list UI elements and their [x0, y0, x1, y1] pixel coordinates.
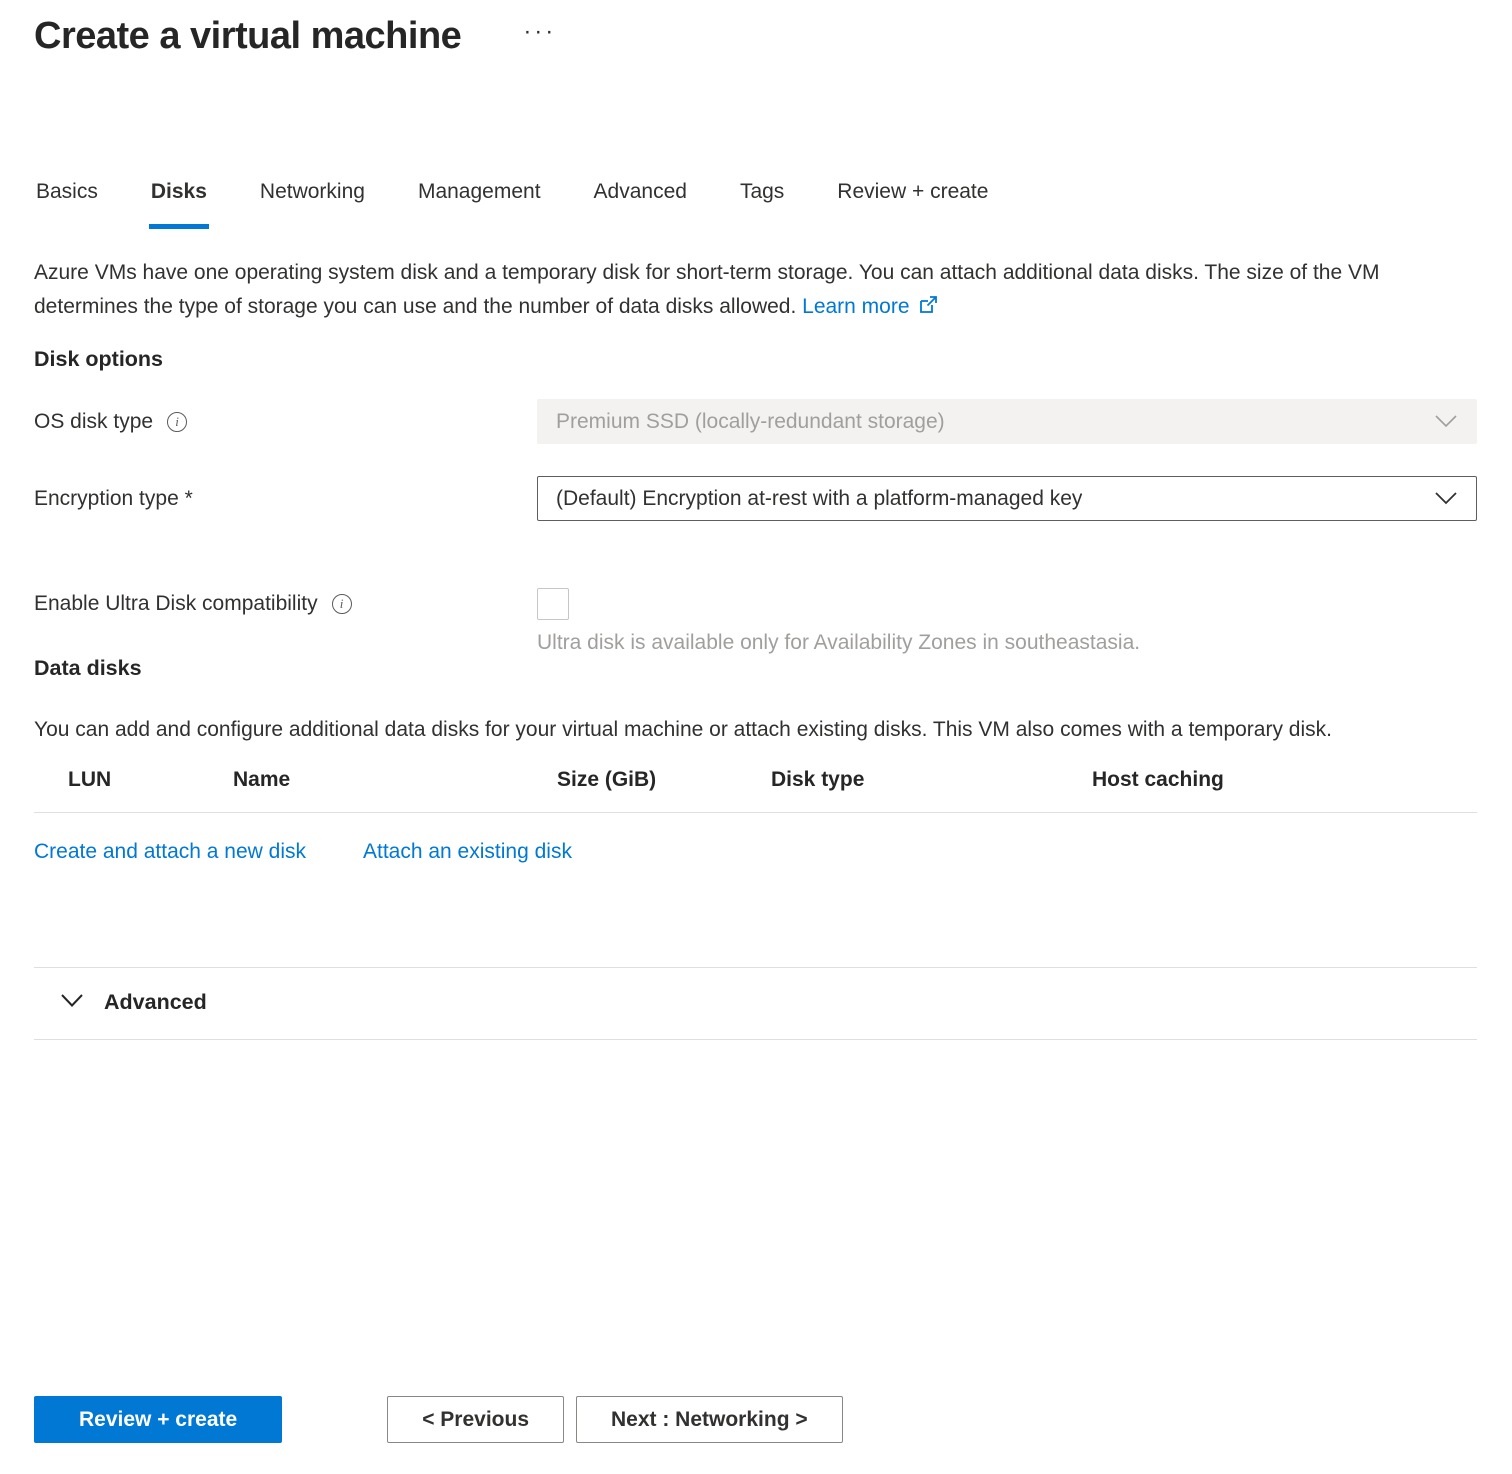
create-and-attach-new-disk-link[interactable]: Create and attach a new disk [34, 840, 306, 864]
encryption-type-row: Encryption type * (Default) Encryption a… [34, 476, 1477, 521]
tab-basics[interactable]: Basics [34, 180, 100, 229]
os-disk-type-row: OS disk type i Premium SSD (locally-redu… [34, 399, 1477, 444]
encryption-type-label-group: Encryption type * [34, 487, 537, 511]
tab-disks[interactable]: Disks [149, 180, 209, 229]
ultra-disk-control: Ultra disk is available only for Availab… [537, 588, 1477, 656]
os-disk-type-select: Premium SSD (locally-redundant storage) [537, 399, 1477, 444]
column-header-size: Size (GiB) [557, 768, 771, 792]
column-header-name: Name [233, 768, 557, 792]
tab-networking[interactable]: Networking [258, 180, 367, 229]
learn-more-label: Learn more [802, 295, 909, 318]
os-disk-type-value: Premium SSD (locally-redundant storage) [556, 410, 945, 434]
ultra-disk-label-group: Enable Ultra Disk compatibility i [34, 588, 537, 616]
tab-tags[interactable]: Tags [738, 180, 786, 229]
next-networking-button[interactable]: Next : Networking > [576, 1396, 843, 1443]
ultra-disk-row: Enable Ultra Disk compatibility i Ultra … [34, 588, 1477, 656]
more-options-button[interactable]: ··· [517, 18, 562, 46]
encryption-type-label: Encryption type * [34, 487, 193, 511]
disks-intro-text: Azure VMs have one operating system disk… [34, 256, 1477, 326]
page-title: Create a virtual machine [34, 12, 461, 60]
page-header: Create a virtual machine ··· [34, 12, 1477, 60]
data-disks-table-header: LUN Name Size (GiB) Disk type Host cachi… [34, 768, 1477, 813]
encryption-type-select[interactable]: (Default) Encryption at-rest with a plat… [537, 476, 1477, 521]
tab-management[interactable]: Management [416, 180, 543, 229]
chevron-down-icon [60, 993, 84, 1013]
wizard-tabs: Basics Disks Networking Management Advan… [34, 180, 1477, 229]
ultra-disk-label: Enable Ultra Disk compatibility [34, 592, 318, 616]
column-header-disk-type: Disk type [771, 768, 1092, 792]
ultra-disk-checkbox [537, 588, 569, 620]
review-create-button[interactable]: Review + create [34, 1396, 282, 1443]
chevron-down-icon [1434, 487, 1458, 511]
column-header-lun: LUN [34, 768, 233, 792]
wizard-footer: Review + create < Previous Next : Networ… [34, 1396, 843, 1443]
attach-existing-disk-link[interactable]: Attach an existing disk [363, 840, 572, 864]
advanced-expander-label: Advanced [104, 990, 207, 1015]
encryption-type-value: (Default) Encryption at-rest with a plat… [556, 487, 1082, 511]
data-disks-description: You can add and configure additional dat… [34, 713, 1477, 747]
os-disk-type-label-group: OS disk type i [34, 410, 537, 434]
data-disks-heading: Data disks [34, 656, 1477, 681]
data-disks-actions: Create and attach a new disk Attach an e… [34, 840, 1477, 864]
previous-button[interactable]: < Previous [387, 1396, 564, 1443]
learn-more-link[interactable]: Learn more [802, 295, 937, 318]
encryption-type-control: (Default) Encryption at-rest with a plat… [537, 476, 1477, 521]
tab-advanced[interactable]: Advanced [592, 180, 689, 229]
create-vm-blade: Create a virtual machine ··· Basics Disk… [0, 0, 1512, 1040]
info-icon[interactable]: i [332, 594, 352, 614]
tab-review-create[interactable]: Review + create [835, 180, 990, 229]
external-link-icon [918, 292, 938, 326]
disk-options-heading: Disk options [34, 347, 1477, 372]
advanced-expander[interactable]: Advanced [34, 967, 1477, 1040]
ultra-disk-helper-text: Ultra disk is available only for Availab… [537, 630, 1477, 656]
info-icon[interactable]: i [167, 412, 187, 432]
os-disk-type-control: Premium SSD (locally-redundant storage) [537, 399, 1477, 444]
os-disk-type-label: OS disk type [34, 410, 153, 434]
chevron-down-icon [1434, 410, 1458, 434]
column-header-host-caching: Host caching [1092, 768, 1477, 792]
intro-text: Azure VMs have one operating system disk… [34, 261, 1379, 318]
